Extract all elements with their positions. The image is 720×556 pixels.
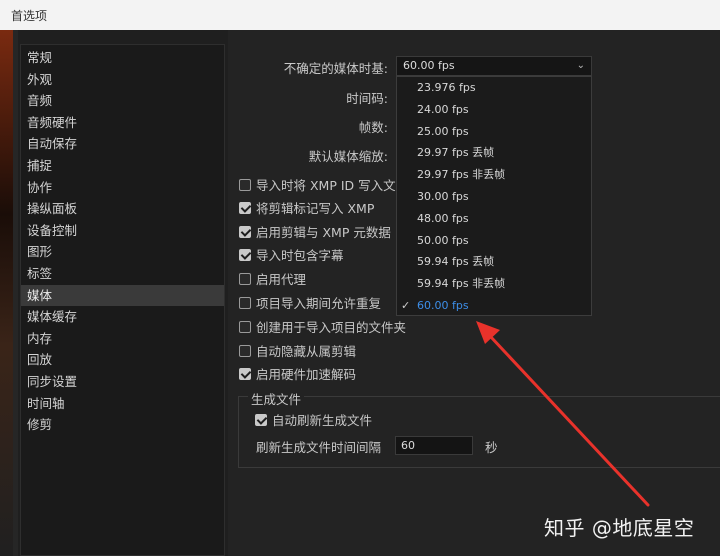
- checkbox-auto-refresh-label: 自动刷新生成文件: [272, 413, 373, 428]
- generated-files-group: [238, 396, 720, 468]
- checkbox-create-folder-label: 创建用于导入项目的文件夹: [256, 320, 407, 335]
- frame-label: 帧数:: [358, 120, 388, 135]
- sidebar-item-audio[interactable]: 音频: [21, 90, 224, 111]
- checkbox-clip-markers-xmp-box[interactable]: [239, 201, 251, 214]
- dropdown-option[interactable]: 29.97 fps 非丢帧: [397, 164, 591, 186]
- sidebar-item-sync-settings[interactable]: 同步设置: [21, 371, 224, 392]
- checkbox-include-captions-label: 导入时包含字幕: [256, 248, 344, 263]
- refresh-interval-label: 刷新生成文件时间间隔: [256, 440, 382, 455]
- option-label: 24.00 fps: [417, 102, 469, 116]
- checkbox-auto-refresh-box[interactable]: [255, 413, 267, 426]
- checkbox-xmp-id-label: 导入时将 XMP ID 写入文: [256, 178, 396, 193]
- option-label: 23.976 fps: [417, 81, 476, 94]
- timebase-dropdown-value: 60.00 fps: [403, 59, 455, 72]
- dropdown-option[interactable]: 50.00 fps: [397, 230, 591, 252]
- dropdown-option[interactable]: 29.97 fps 丢帧: [397, 142, 591, 164]
- checkbox-hide-subclips-box[interactable]: [239, 344, 251, 357]
- checkbox-allow-duplicates-label: 项目导入期间允许重复: [256, 296, 382, 311]
- checkbox-hw-decoding[interactable]: 启用硬件加速解码: [239, 364, 356, 383]
- option-label: 30.00 fps: [417, 190, 469, 203]
- checkbox-xmp-id[interactable]: 导入时将 XMP ID 写入文: [239, 175, 396, 194]
- timecode-label: 时间码:: [346, 91, 388, 106]
- checkbox-enable-proxies-label: 启用代理: [256, 272, 307, 287]
- checkbox-hide-subclips[interactable]: 自动隐藏从属剪辑: [239, 341, 356, 360]
- checkbox-include-captions-box[interactable]: [239, 248, 251, 261]
- sidebar-item-trim[interactable]: 修剪: [21, 414, 224, 435]
- chevron-down-icon: ⌄: [576, 60, 585, 71]
- sidebar-item-media-cache[interactable]: 媒体缓存: [21, 306, 224, 327]
- generated-files-title: 生成文件: [248, 389, 305, 408]
- sidebar-item-device-control[interactable]: 设备控制: [21, 220, 224, 241]
- checkbox-clip-xmp-metadata-label: 启用剪辑与 XMP 元数据: [256, 225, 391, 240]
- window-edge: [13, 30, 18, 556]
- option-label: 60.00 fps: [417, 299, 469, 312]
- sidebar-item-media[interactable]: 媒体: [21, 284, 224, 306]
- option-label: 59.94 fps 丢帧: [417, 255, 495, 269]
- timebase-label: 不确定的媒体时基:: [283, 61, 388, 76]
- refresh-interval-input[interactable]: 60: [395, 436, 473, 455]
- dropdown-option[interactable]: 23.976 fps: [397, 77, 591, 99]
- sidebar-item-control-surface[interactable]: 操纵面板: [21, 198, 224, 219]
- checkbox-include-captions[interactable]: 导入时包含字幕: [239, 245, 344, 264]
- sidebar-item-memory[interactable]: 内存: [21, 328, 224, 349]
- checkbox-hw-decoding-label: 启用硬件加速解码: [256, 367, 357, 382]
- option-label: 29.97 fps 丢帧: [417, 146, 495, 160]
- dropdown-option-selected[interactable]: ✓ 60.00 fps: [397, 295, 591, 317]
- checkbox-enable-proxies-box[interactable]: [239, 272, 251, 285]
- checkbox-create-folder-box[interactable]: [239, 320, 251, 333]
- timebase-dropdown-menu: 23.976 fps 24.00 fps 25.00 fps 29.97 fps…: [396, 76, 592, 316]
- checkmark-icon: ✓: [401, 299, 411, 312]
- checkbox-allow-duplicates[interactable]: 项目导入期间允许重复: [239, 293, 381, 312]
- sidebar-item-labels[interactable]: 标签: [21, 263, 224, 284]
- option-label: 25.00 fps: [417, 124, 469, 138]
- sidebar-item-playback[interactable]: 回放: [21, 349, 224, 370]
- option-label: 50.00 fps: [417, 233, 469, 247]
- option-label: 59.94 fps 非丢帧: [417, 277, 506, 291]
- option-label: 29.97 fps 非丢帧: [417, 168, 506, 182]
- sidebar-item-general[interactable]: 常规: [21, 47, 224, 68]
- dropdown-option[interactable]: 48.00 fps: [397, 208, 591, 230]
- preferences-sidebar: 常规 外观 音频 音频硬件 自动保存 捕捉 协作 操纵面板 设备控制 图形 标签…: [20, 44, 225, 556]
- title-bar: 首选项: [0, 0, 720, 30]
- checkbox-hide-subclips-label: 自动隐藏从属剪辑: [256, 344, 357, 359]
- dropdown-option[interactable]: 25.00 fps: [397, 121, 591, 143]
- checkbox-enable-proxies[interactable]: 启用代理: [239, 269, 306, 288]
- dropdown-option[interactable]: 30.00 fps: [397, 186, 591, 208]
- refresh-interval-unit: 秒: [485, 440, 498, 455]
- checkbox-hw-decoding-box[interactable]: [239, 367, 251, 380]
- checkbox-auto-refresh[interactable]: 自动刷新生成文件: [255, 410, 372, 429]
- checkbox-clip-markers-xmp[interactable]: 将剪辑标记写入 XMP: [239, 198, 374, 217]
- timebase-dropdown[interactable]: 60.00 fps ⌄: [396, 56, 592, 76]
- checkbox-clip-markers-xmp-label: 将剪辑标记写入 XMP: [256, 201, 375, 216]
- checkbox-xmp-id-box[interactable]: [239, 178, 251, 191]
- checkbox-create-folder[interactable]: 创建用于导入项目的文件夹: [239, 317, 406, 336]
- checkbox-clip-xmp-metadata[interactable]: 启用剪辑与 XMP 元数据: [239, 222, 391, 241]
- sidebar-item-appearance[interactable]: 外观: [21, 69, 224, 90]
- watermark-text: 知乎 @地底星空: [544, 516, 695, 540]
- dropdown-option[interactable]: 24.00 fps: [397, 99, 591, 121]
- checkbox-allow-duplicates-box[interactable]: [239, 296, 251, 309]
- sidebar-item-capture[interactable]: 捕捉: [21, 155, 224, 176]
- option-label: 48.00 fps: [417, 211, 469, 225]
- window-title: 首选项: [11, 9, 48, 23]
- sidebar-item-timeline[interactable]: 时间轴: [21, 393, 224, 414]
- background-app-strip: [0, 30, 13, 556]
- sidebar-item-audio-hardware[interactable]: 音频硬件: [21, 112, 224, 133]
- sidebar-item-auto-save[interactable]: 自动保存: [21, 133, 224, 154]
- dropdown-option[interactable]: 59.94 fps 非丢帧: [397, 273, 591, 295]
- checkbox-clip-xmp-metadata-box[interactable]: [239, 225, 251, 238]
- sidebar-item-collaboration[interactable]: 协作: [21, 177, 224, 198]
- default-scale-label: 默认媒体缩放:: [308, 149, 388, 164]
- dropdown-option[interactable]: 59.94 fps 丢帧: [397, 251, 591, 273]
- sidebar-item-graphics[interactable]: 图形: [21, 241, 224, 262]
